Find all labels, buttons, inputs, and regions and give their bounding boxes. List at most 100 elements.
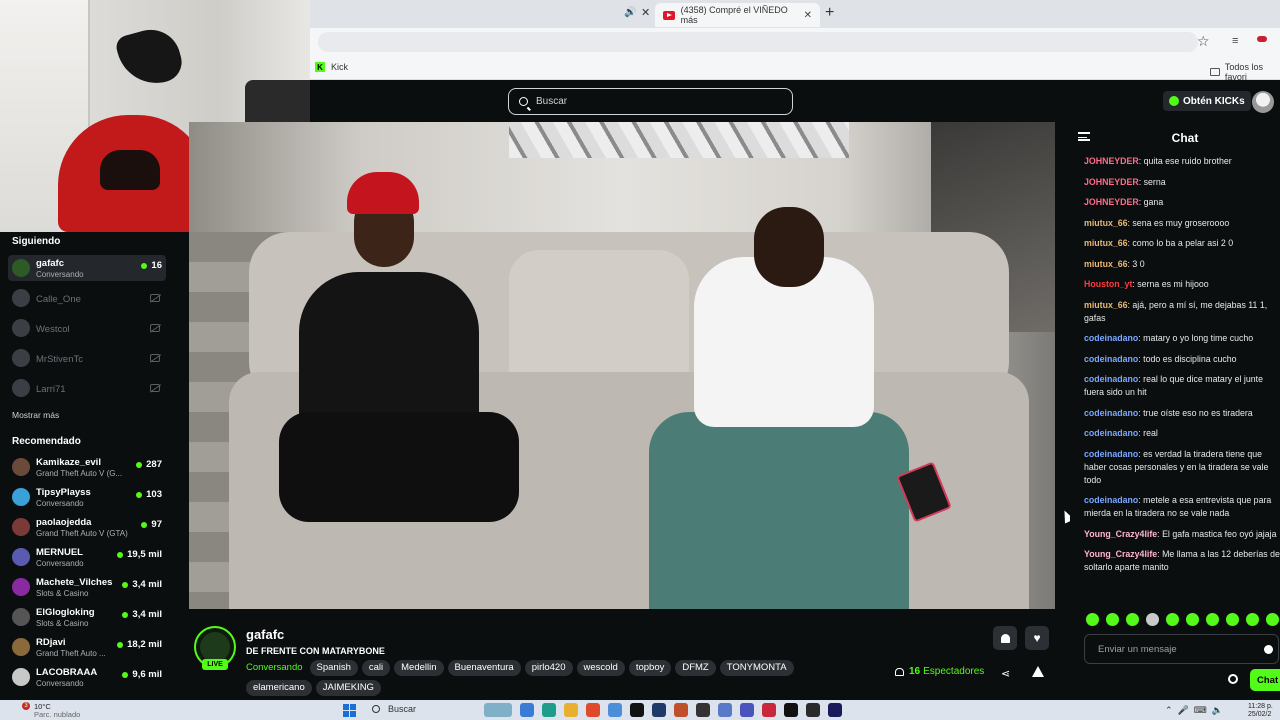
tag[interactable]: JAIMEKING — [315, 680, 381, 696]
new-tab-button[interactable]: + — [825, 4, 834, 22]
sidebar-item-elglogloking[interactable]: ElGlogloking Slots & Casino 3,4 mil — [8, 604, 166, 630]
video-player[interactable] — [189, 122, 1055, 609]
follow-button[interactable]: ♥ — [1025, 626, 1049, 650]
show-more-link[interactable]: Mostrar más — [12, 410, 59, 420]
tag[interactable]: Medellin — [394, 660, 444, 676]
send-chat-button[interactable]: Chat — [1250, 669, 1280, 691]
chrome-icon[interactable] — [586, 703, 600, 717]
emote-icon[interactable] — [1166, 613, 1179, 626]
search-input[interactable]: Buscar — [508, 88, 793, 115]
app-icon[interactable] — [718, 703, 732, 717]
chat-username[interactable]: codeinadano — [1084, 354, 1138, 364]
bookmark-kick[interactable]: K Kick — [315, 62, 348, 72]
premiere-icon[interactable] — [828, 703, 842, 717]
chat-username[interactable]: codeinadano — [1084, 408, 1138, 418]
tag[interactable]: elamericano — [246, 680, 312, 696]
media-control-icon[interactable]: ≡ — [1232, 35, 1238, 47]
live-badge: LIVE — [202, 659, 228, 670]
stream-category[interactable]: Conversando — [246, 660, 303, 676]
speaker-icon[interactable]: 🔊 — [624, 7, 636, 18]
browser-tab-youtube[interactable]: (4358) Compré el VIÑEDO más ✕ — [655, 3, 820, 27]
streamer-name[interactable]: gafafc — [246, 627, 284, 642]
tag[interactable]: DFMZ — [675, 660, 716, 676]
windows-start-icon[interactable] — [343, 704, 356, 717]
chat-username[interactable]: JOHNEYDER — [1084, 197, 1139, 207]
app-icon[interactable] — [484, 703, 512, 717]
tab-close-icon[interactable]: ✕ — [804, 10, 812, 21]
user-avatar[interactable] — [1252, 91, 1274, 113]
get-kicks-button[interactable]: Obtén KICKs — [1163, 91, 1251, 111]
gear-icon[interactable] — [1228, 674, 1238, 684]
url-input[interactable] — [318, 32, 1198, 52]
sidebar-item-calle-one[interactable]: Calle_One — [8, 285, 166, 311]
weather-widget[interactable]: 10°C Parc. nublado — [34, 703, 80, 719]
tag[interactable]: cali — [361, 660, 391, 676]
sidebar-item-larri71[interactable]: Larri71 — [8, 375, 166, 401]
chat-username[interactable]: Houston_yt — [1084, 279, 1132, 289]
sidebar-item-tipsyplayss[interactable]: TipsyPlayss Conversando 103 — [8, 484, 166, 510]
notifications-button[interactable] — [993, 626, 1017, 650]
tiktok-icon[interactable] — [630, 703, 644, 717]
teams-icon[interactable] — [740, 703, 754, 717]
obs-icon[interactable] — [696, 703, 710, 717]
bookmark-star-icon[interactable]: ☆ — [1197, 33, 1210, 50]
tag[interactable]: TONYMONTA — [719, 660, 794, 676]
emote-icon[interactable] — [1266, 613, 1279, 626]
chat-username[interactable]: miutux_66 — [1084, 218, 1128, 228]
sidebar-item-gafafc[interactable]: gafafc Conversando 16 — [8, 255, 166, 281]
app-icon[interactable] — [806, 703, 820, 717]
chat-message-input[interactable]: Enviar un mensaje — [1084, 634, 1279, 664]
share-icon[interactable]: ⋖ — [1001, 667, 1010, 680]
app-icon[interactable] — [608, 703, 622, 717]
app-icon[interactable] — [674, 703, 688, 717]
chat-username[interactable]: Young_Crazy4life — [1084, 529, 1157, 539]
emote-icon[interactable] — [1246, 613, 1259, 626]
emote-icon[interactable] — [1186, 613, 1199, 626]
tag[interactable]: Buenaventura — [447, 660, 521, 676]
report-icon[interactable] — [1032, 666, 1044, 677]
app-icon[interactable] — [652, 703, 666, 717]
app-icon[interactable] — [520, 703, 534, 717]
close-icon[interactable]: ✕ — [641, 6, 650, 19]
chat-message: codeinadano: real lo que dice matary el … — [1084, 374, 1263, 397]
emote-icon[interactable] — [1146, 613, 1159, 626]
tag[interactable]: pirlo420 — [524, 660, 573, 676]
app-icon[interactable] — [762, 703, 776, 717]
sidebar-item-paolaojedda[interactable]: paolaojedda Grand Theft Auto V (GTA) 97 — [8, 514, 166, 540]
chat-username[interactable]: codeinadano — [1084, 428, 1138, 438]
profile-icon[interactable] — [1257, 36, 1267, 42]
tag[interactable]: wescold — [576, 660, 625, 676]
emote-icon[interactable] — [1086, 613, 1099, 626]
taskbar-clock[interactable]: 11:28 p. 25/02/2 — [1248, 703, 1273, 719]
emote-icon[interactable] — [1206, 613, 1219, 626]
emote-icon[interactable] — [1226, 613, 1239, 626]
chat-username[interactable]: codeinadano — [1084, 495, 1138, 505]
system-tray[interactable]: ⌃ 🎤 ⌨ 🔈 — [1165, 705, 1223, 716]
chat-username[interactable]: codeinadano — [1084, 333, 1138, 343]
edge-icon[interactable] — [542, 703, 556, 717]
emote-icon[interactable] — [1106, 613, 1119, 626]
emote-icon[interactable] — [1126, 613, 1139, 626]
sidebar-item-mrstiventc[interactable]: MrStivenTc — [8, 345, 166, 371]
emoji-icon[interactable] — [1264, 645, 1273, 654]
sidebar-item-lacobraaa[interactable]: LACOBRAAA Conversando 9,6 mil — [8, 664, 166, 690]
chat-username[interactable]: miutux_66 — [1084, 238, 1128, 248]
sidebar-item-machete-vilches[interactable]: Machete_Vilches Slots & Casino 3,4 mil — [8, 574, 166, 600]
sidebar-item-mernuel[interactable]: MERNUEL Conversando 19,5 mil — [8, 544, 166, 570]
sidebar-item-kamikaze-evil[interactable]: Kamikaze_evil Grand Theft Auto V (G... 2… — [8, 454, 166, 480]
chat-username[interactable]: miutux_66 — [1084, 259, 1128, 269]
chat-username[interactable]: codeinadano — [1084, 374, 1138, 384]
taskbar-search[interactable]: Buscar — [372, 704, 416, 714]
sidebar-item-rdjavi[interactable]: RDjavi Grand Theft Auto ... 18,2 mil — [8, 634, 166, 660]
chat-username[interactable]: miutux_66 — [1084, 300, 1128, 310]
chat-username[interactable]: codeinadano — [1084, 449, 1138, 459]
tiktok-icon[interactable] — [784, 703, 798, 717]
chat-username[interactable]: JOHNEYDER — [1084, 156, 1139, 166]
chat-username[interactable]: JOHNEYDER — [1084, 177, 1139, 187]
tag[interactable]: topboy — [628, 660, 672, 676]
sidebar-item-westcol[interactable]: Westcol — [8, 315, 166, 341]
folder-icon[interactable] — [564, 703, 578, 717]
bookmark-all-favorites[interactable]: Todos los favori — [1210, 62, 1280, 82]
chat-username[interactable]: Young_Crazy4life — [1084, 549, 1157, 559]
tag[interactable]: Spanish — [309, 660, 358, 676]
